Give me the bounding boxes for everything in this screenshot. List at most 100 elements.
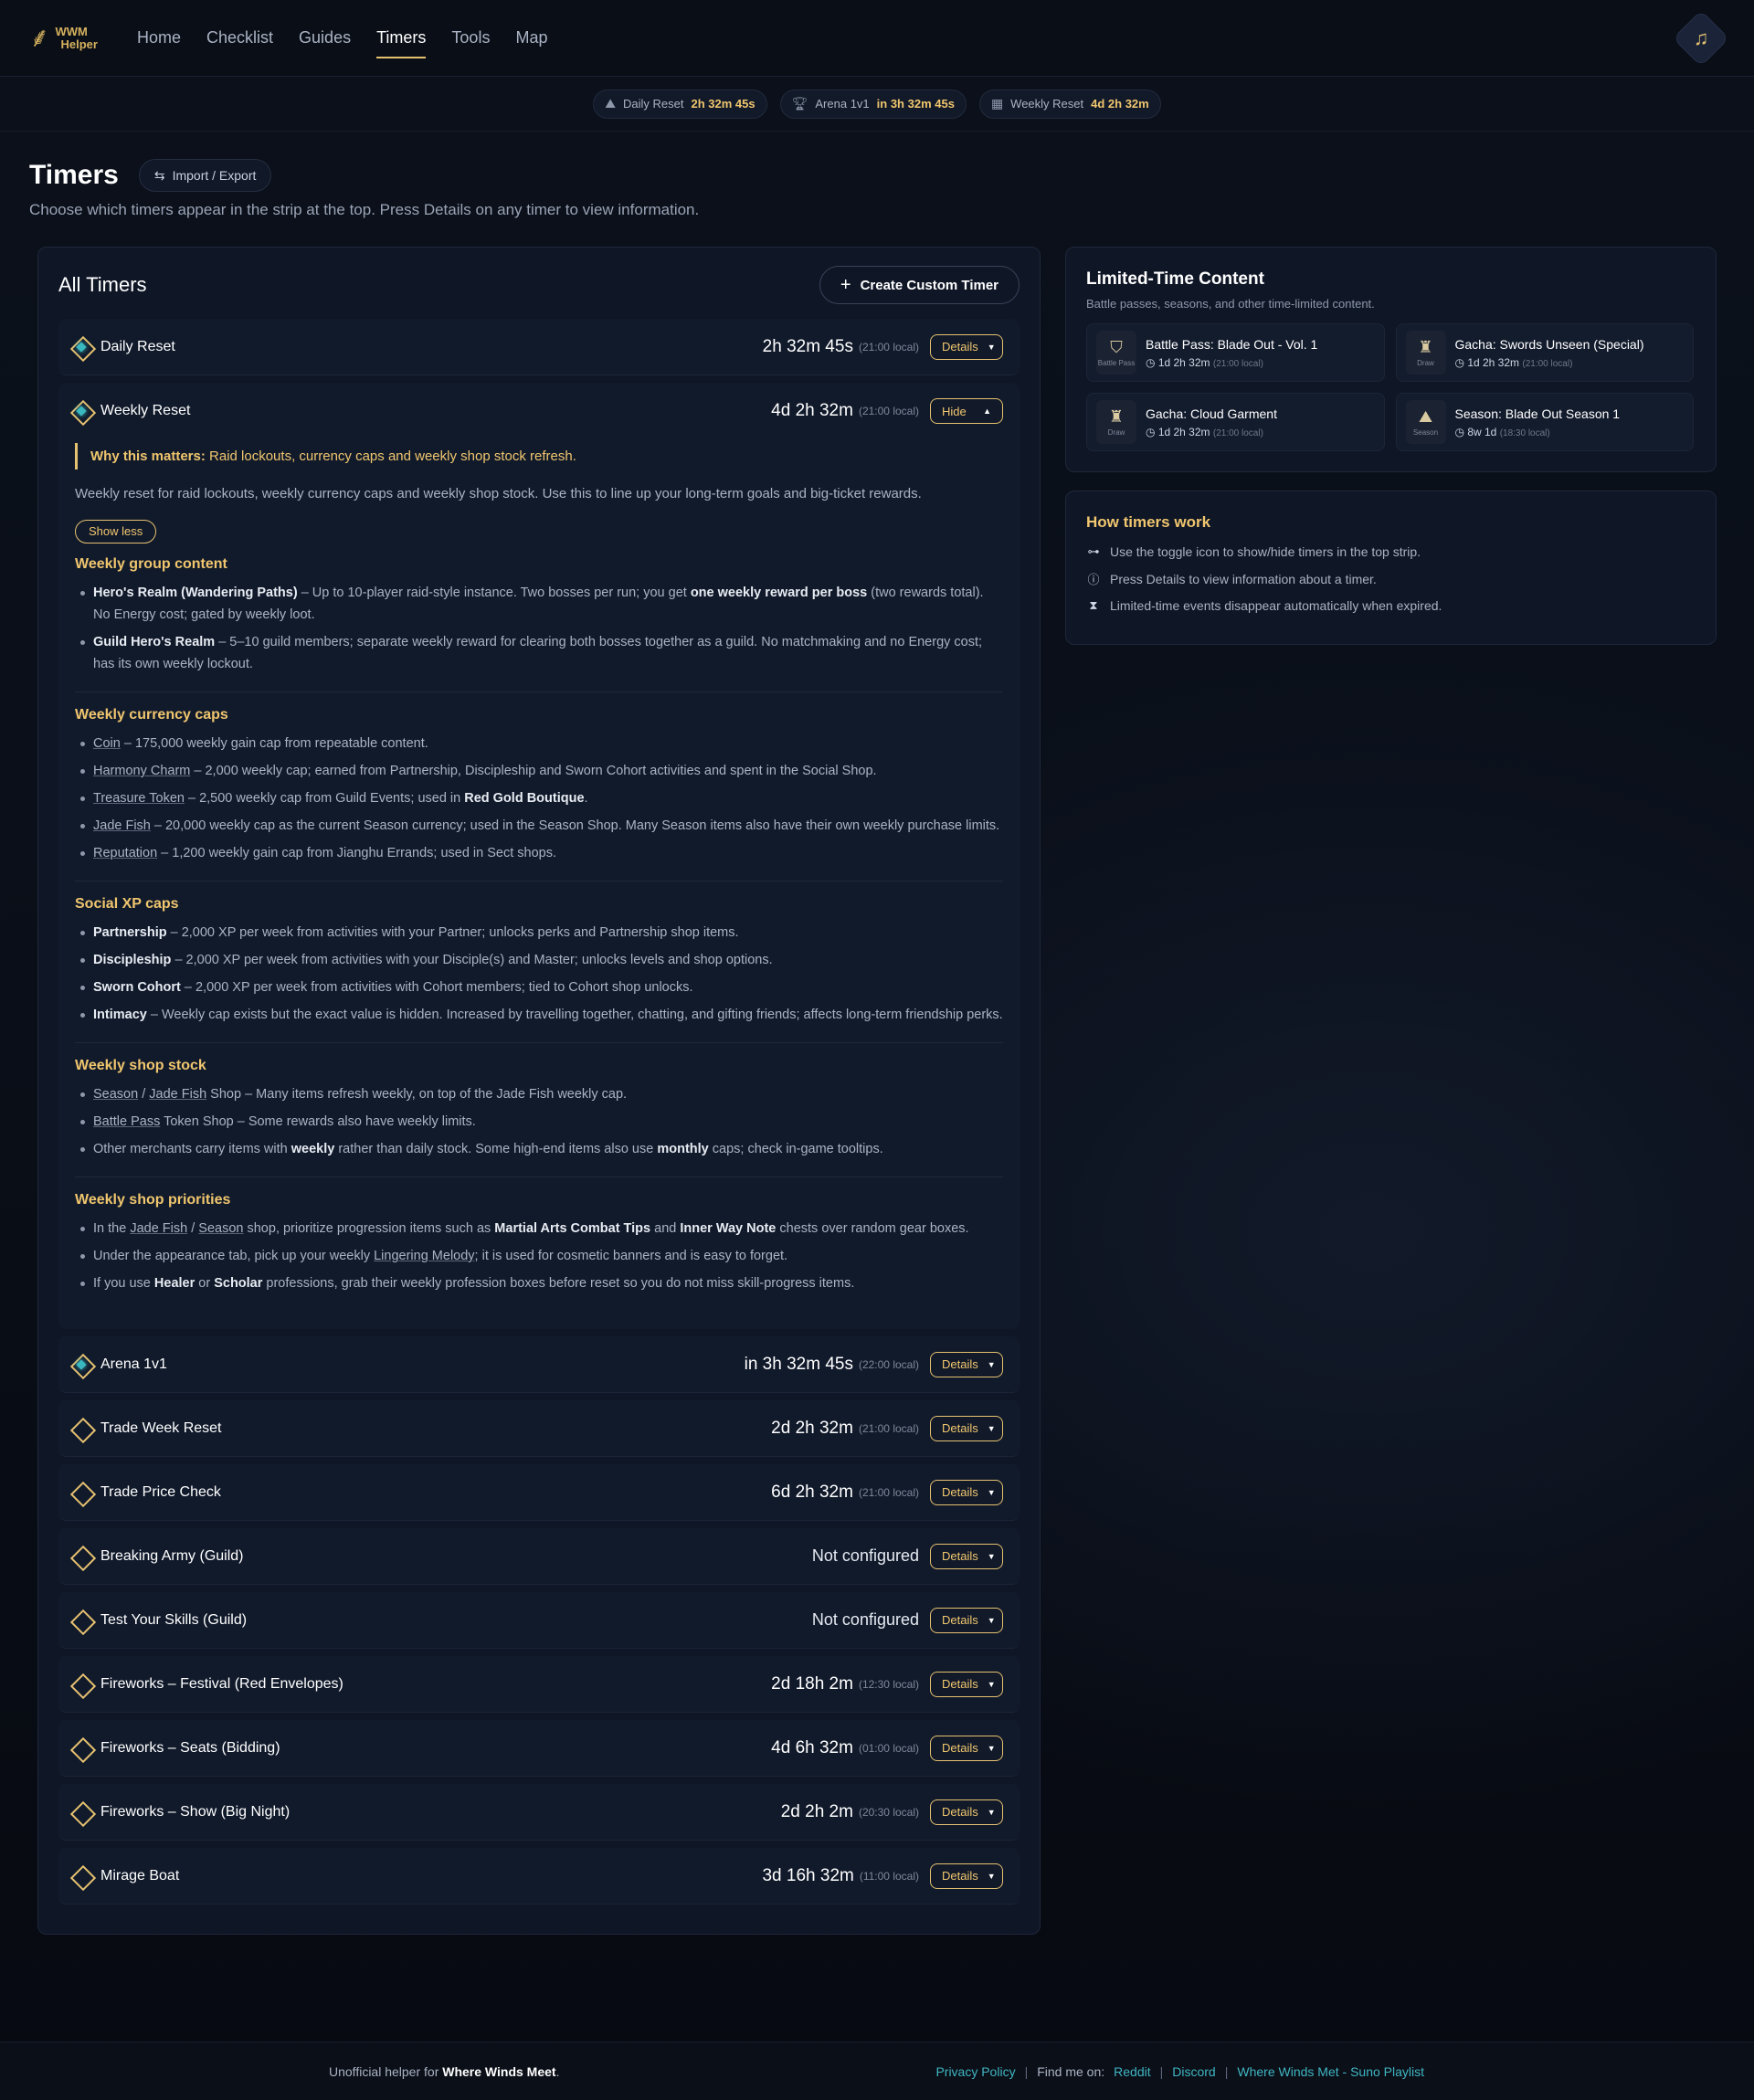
strip-label: Arena 1v1	[815, 97, 870, 111]
list-item: Jade Fish – 20,000 weekly cap as the cur…	[75, 815, 1003, 837]
timer-name: Weekly Reset	[100, 403, 191, 418]
season-icon: ⛰	[1418, 407, 1433, 426]
strip-chip-daily[interactable]: ⛰ Daily Reset 2h 32m 45s	[593, 89, 767, 119]
timer-local-time: (21:00 local)	[858, 340, 919, 354]
visibility-toggle-icon[interactable]	[71, 1355, 91, 1375]
visibility-toggle-icon[interactable]	[71, 1546, 91, 1567]
visibility-toggle-icon[interactable]	[71, 1419, 91, 1439]
visibility-toggle-icon[interactable]	[71, 1674, 91, 1694]
section-title: Weekly shop priorities	[75, 1192, 231, 1208]
nav-timers[interactable]: Timers	[376, 23, 427, 58]
button-label: Hide	[942, 404, 967, 418]
strip-chip-arena[interactable]: 🏆︎ Arena 1v1 in 3h 32m 45s	[779, 89, 967, 119]
clock-icon: ◷	[1454, 425, 1468, 438]
visibility-toggle-icon[interactable]	[71, 401, 91, 421]
timer-description: Weekly reset for raid lockouts, weekly c…	[75, 486, 922, 501]
why-this-matters: Why this matters: Raid lockouts, currenc…	[75, 443, 1003, 470]
hide-button[interactable]: Hide ▲	[930, 398, 1003, 424]
show-less-button[interactable]: Show less	[75, 520, 157, 543]
timer-expanded-weekly-reset: Weekly Reset 4d 2h 32m (21:00 local) Hide ▲ W…	[58, 383, 1020, 1329]
timer-countdown: 2h 32m 45s	[762, 336, 853, 356]
limited-tag: Draw	[1417, 359, 1434, 367]
music-note-icon: ♫	[1693, 26, 1709, 49]
timer-local-time: (11:00 local)	[859, 1869, 919, 1883]
clock-icon: ◷	[1146, 355, 1158, 369]
details-button[interactable]: Details ▼	[930, 1735, 1003, 1761]
privacy-policy-link[interactable]: Privacy Policy	[935, 2064, 1015, 2079]
footer-links: Privacy Policy | Find me on: Reddit | Di…	[935, 2063, 1424, 2079]
timer-row-daily-reset: Daily Reset 2h 32m 45s (21:00 local) Detail…	[58, 319, 1020, 375]
footer: Unofficial helper for Where Winds Meet. …	[0, 2042, 1754, 2100]
visibility-toggle-icon[interactable]	[71, 1738, 91, 1758]
section-list: Hero's Realm (Wandering Paths) – Up to 1…	[75, 582, 1003, 675]
timer-row-mirage-boat: Mirage Boat 3d 16h 32m (11:00 local) Detail…	[58, 1848, 1020, 1905]
visibility-toggle-icon[interactable]	[71, 1866, 91, 1886]
visibility-toggle-icon[interactable]	[71, 1802, 91, 1822]
button-label: Details	[942, 1485, 978, 1499]
details-button[interactable]: Details ▼	[930, 1415, 1003, 1441]
details-button[interactable]: Details ▼	[930, 1351, 1003, 1377]
reddit-link[interactable]: Reddit	[1114, 2064, 1150, 2079]
caret-down-icon: ▼	[987, 1615, 996, 1625]
timer-local-time: (21:00 local)	[858, 1421, 919, 1435]
list-item: In the Jade Fish / Season shop, prioriti…	[75, 1218, 1003, 1240]
create-custom-timer-button[interactable]: + Create Custom Timer	[819, 266, 1020, 304]
import-export-button[interactable]: ⇆ Import / Export	[138, 159, 272, 192]
strip-label: Weekly Reset	[1010, 97, 1084, 111]
details-button[interactable]: Details ▼	[930, 1607, 1003, 1633]
nav-tools[interactable]: Tools	[451, 23, 490, 53]
timer-row-breaking-army-guild: Breaking Army (Guild) Not configured Detai…	[58, 1528, 1020, 1585]
timer-countdown: 2d 18h 2m	[771, 1673, 853, 1694]
timer-row-trade-week-reset: Trade Week Reset 2d 2h 32m (21:00 local) De…	[58, 1400, 1020, 1457]
visibility-toggle-icon[interactable]	[71, 1610, 91, 1630]
limited-item-battle-pass-blade-out-vol-1[interactable]: ⛉ Battle Pass Battle Pass: Blade Out - Vol…	[1086, 323, 1385, 382]
details-button[interactable]: Details ▼	[930, 1479, 1003, 1505]
hourglass-icon: ⧗	[1089, 598, 1098, 612]
timer-local-time: (20:30 local)	[858, 1805, 919, 1819]
timer-name: Trade Price Check	[100, 1483, 221, 1500]
limited-tag: Draw	[1107, 428, 1125, 437]
limited-title: Limited-Time Content	[1086, 269, 1264, 289]
limited-time: ◷ 1d 2h 32m (21:00 local)	[1146, 355, 1263, 369]
nav-map[interactable]: Map	[515, 23, 547, 53]
button-label: Details	[942, 1677, 978, 1691]
site-logo[interactable]: ⸙ WWM Helper	[29, 24, 137, 52]
nav-checklist[interactable]: Checklist	[206, 23, 273, 53]
timer-not-configured: Not configured	[811, 1546, 919, 1565]
timer-countdown: 2d 2h 2m	[780, 1801, 853, 1821]
playlist-link[interactable]: Where Winds Met - Suno Playlist	[1237, 2064, 1424, 2079]
caret-down-icon: ▼	[987, 1487, 996, 1497]
music-button[interactable]: ♫	[1672, 9, 1730, 68]
visibility-toggle-icon[interactable]	[71, 1483, 91, 1503]
limited-item-gacha-swords-unseen-special[interactable]: ♜ Draw Gacha: Swords Unseen (Special) ◷ 1d …	[1395, 323, 1694, 382]
limited-name: Battle Pass: Blade Out - Vol. 1	[1146, 336, 1318, 352]
visibility-toggle-icon[interactable]	[71, 337, 91, 357]
caret-down-icon: ▼	[987, 1551, 996, 1561]
import-export-label: Import / Export	[172, 168, 257, 183]
details-button[interactable]: Details ▼	[930, 1799, 1003, 1825]
detail-section-weekly-shop-priorities: Weekly shop priorities In the Jade Fish /…	[75, 1177, 1003, 1311]
strip-chip-weekly[interactable]: ▦ Weekly Reset 4d 2h 32m	[978, 89, 1161, 119]
swap-arrows-icon: ⇆	[153, 167, 165, 183]
nav-home[interactable]: Home	[137, 23, 181, 53]
button-label: Details	[942, 1869, 978, 1883]
details-button[interactable]: Details ▼	[930, 1863, 1003, 1889]
nav-guides[interactable]: Guides	[299, 23, 351, 53]
details-button[interactable]: Details ▼	[930, 1671, 1003, 1697]
discord-link[interactable]: Discord	[1172, 2064, 1215, 2079]
timer-local-time: (12:30 local)	[858, 1677, 919, 1691]
limited-grid: ⛉ Battle Pass Battle Pass: Blade Out - Vol…	[1086, 323, 1694, 451]
details-button[interactable]: Details ▼	[930, 333, 1003, 360]
limited-name: Gacha: Cloud Garment	[1146, 406, 1277, 421]
limited-name: Season: Blade Out Season 1	[1454, 406, 1621, 421]
how-item: ⓘ Press Details to view information about…	[1087, 571, 1377, 587]
details-button[interactable]: Details ▼	[930, 1543, 1003, 1569]
caret-down-icon: ▼	[987, 1679, 996, 1689]
limited-item-gacha-cloud-garment[interactable]: ♜ Draw Gacha: Cloud Garment ◷ 1d 2h 32m (21…	[1086, 393, 1385, 451]
timer-name: Fireworks – Festival (Red Envelopes)	[100, 1675, 343, 1692]
limited-item-season-blade-out-season-1[interactable]: ⛰ Season Season: Blade Out Season 1 ◷ 8w 1d…	[1395, 393, 1694, 451]
caret-up-icon: ▲	[983, 406, 991, 416]
button-label: Details	[942, 1613, 978, 1627]
timer-row-fireworks-show-big-night: Fireworks – Show (Big Night) 2d 2h 2m (20:…	[58, 1784, 1020, 1841]
detail-section-weekly-shop-stock: Weekly shop stock Season / Jade Fish Shop…	[75, 1042, 1003, 1177]
